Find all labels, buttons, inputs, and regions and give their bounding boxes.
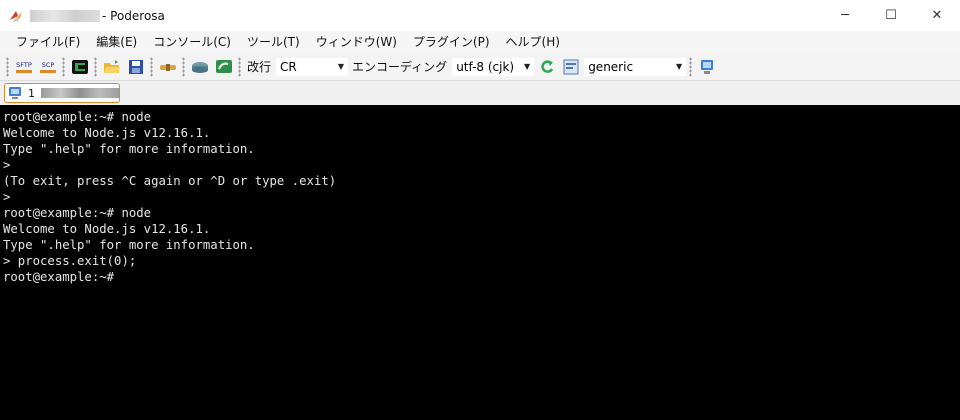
toolbar-grip[interactable] [182,56,185,77]
sftp-icon: SFTP [16,61,32,73]
monitor-settings-icon [701,59,714,74]
terminal-line: Type ".help" for more information. [3,142,255,156]
encoding-select[interactable]: utf-8 (cjk) ▼ [451,56,536,77]
close-button[interactable]: ✕ [914,0,960,31]
terminal-view[interactable]: root@example:~# node Welcome to Node.js … [0,105,960,420]
save-button[interactable] [125,56,147,78]
terminal-line: > [3,190,11,204]
scp-icon-label: SCP [42,61,55,69]
terminal-line: root@example:~# [3,270,115,284]
terminal-tab[interactable]: 1 [4,83,120,103]
terminal-type-select[interactable]: generic ▼ [583,56,688,77]
window-controls: ─ ☐ ✕ [822,0,960,31]
maximize-button[interactable]: ☐ [868,0,914,31]
toolbar-grip[interactable] [94,56,97,77]
terminal-tab-icon [9,87,21,99]
menu-window[interactable]: ウィンドウ(W) [308,31,405,53]
menu-bar: ファイル(F) 編集(E) コンソール(C) ツール(T) ウィンドウ(W) プ… [0,31,960,53]
terminal-line: (To exit, press ^C again or ^D or type .… [3,174,337,188]
minimize-button[interactable]: ─ [822,0,868,31]
open-folder-icon [104,59,120,73]
toolbar: SFTP SCP 改行 CR ▼ エンコーディング utf-8 (cjk) ▼ … [0,53,960,81]
settings-button[interactable] [696,56,718,78]
chevron-down-icon: ▼ [524,62,531,71]
terminal-type-value: generic [588,59,634,74]
window-title: - Poderosa [102,8,165,23]
terminal-line: Type ".help" for more information. [3,238,255,252]
sftp-icon-label: SFTP [16,61,32,69]
chevron-down-icon: ▼ [337,62,345,71]
terminal-line: > [3,158,11,172]
title-redacted-host [30,9,100,22]
new-connection-icon [72,59,88,74]
sftp-button[interactable]: SFTP [13,56,35,78]
terminal-type-button[interactable] [560,56,582,78]
toolbar-grip[interactable] [150,56,153,77]
menu-help[interactable]: ヘルプ(H) [498,31,568,53]
serial-button[interactable] [189,56,211,78]
title-bar: - Poderosa ─ ☐ ✕ [0,0,960,31]
tab-strip: 1 [0,81,960,105]
newline-select[interactable]: CR ▼ [275,56,350,77]
serial-device-icon [192,61,208,73]
newline-value: CR [280,59,297,74]
terminal-line: > process.exit(0); [3,254,137,268]
menu-file[interactable]: ファイル(F) [8,31,88,53]
toolbar-grip[interactable] [689,56,693,77]
scp-button[interactable]: SCP [37,56,59,78]
menu-tools[interactable]: ツール(T) [239,31,308,53]
toolbar-grip[interactable] [62,56,65,77]
tab-redacted-host [41,88,119,98]
echo-arrow-icon [541,59,554,73]
toolbar-grip[interactable] [238,56,241,77]
local-echo-button[interactable] [536,56,558,78]
chevron-down-icon: ▼ [676,62,683,71]
pipe-icon [160,63,176,71]
toolbar-grip[interactable] [6,56,9,77]
pipe-button[interactable] [157,56,179,78]
terminal-line: Welcome to Node.js v12.16.1. [3,222,211,236]
encoding-label: エンコーディング [352,60,448,74]
terminal-line: root@example:~# node [3,110,152,124]
cygwin-terminal-icon [216,59,232,73]
terminal-settings-icon [563,59,579,74]
new-connection-button[interactable] [69,56,91,78]
menu-plugins[interactable]: プラグイン(P) [405,31,498,53]
terminal-line: root@example:~# node [3,206,152,220]
scp-icon: SCP [40,61,56,73]
newline-label: 改行 [247,60,272,74]
save-disk-icon [129,59,143,74]
terminal-line: Welcome to Node.js v12.16.1. [3,126,211,140]
menu-edit[interactable]: 編集(E) [88,31,145,53]
open-button[interactable] [101,56,123,78]
poderosa-app-icon [10,10,22,22]
tab-number: 1 [28,86,35,100]
encoding-value: utf-8 (cjk) [456,59,515,74]
menu-console[interactable]: コンソール(C) [145,31,239,53]
cygwin-button[interactable] [213,56,235,78]
